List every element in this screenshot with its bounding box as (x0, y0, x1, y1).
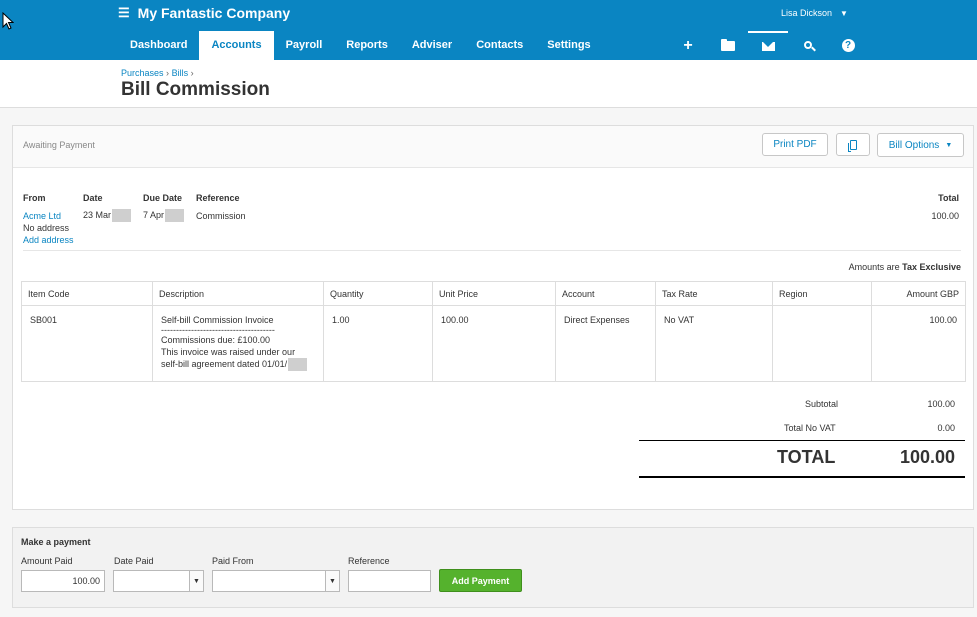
subtotal-value: 100.00 (927, 399, 955, 409)
cell-account: Direct Expenses (555, 305, 656, 382)
col-tax-rate: Tax Rate (655, 281, 773, 306)
tax-total-label: Total No VAT (784, 423, 836, 433)
amounts-are-note: Amounts are Tax Exclusive (848, 262, 961, 272)
tax-total-value: 0.00 (937, 423, 955, 433)
add-payment-button[interactable]: Add Payment (439, 569, 522, 592)
subtotal-label: Subtotal (805, 399, 839, 409)
company-name: My Fantastic Company (137, 5, 291, 21)
payment-title: Make a payment (21, 537, 91, 547)
col-item-code: Item Code (21, 281, 153, 306)
paid-from-label: Paid From (212, 556, 254, 566)
bill-total: 100.00 (931, 211, 959, 221)
cell-amount: 100.00 (871, 305, 966, 382)
user-name: Lisa Dickson (781, 8, 833, 18)
cell-unit-price: 100.00 (432, 305, 556, 382)
nav-icons: + ? (668, 31, 868, 60)
table-row[interactable]: SB001 Self-bill Commission Invoice -----… (21, 305, 966, 382)
breadcrumb-bills[interactable]: Bills (172, 68, 189, 78)
due-date-header: Due Date (143, 193, 183, 203)
col-quantity: Quantity (323, 281, 433, 306)
grand-total-label: TOTAL (777, 447, 836, 467)
company-switcher[interactable]: ☰ My Fantastic Company (118, 4, 290, 22)
bill-options-label: Bill Options (888, 139, 940, 151)
total-rule-bottom (639, 476, 965, 478)
copy-icon (847, 139, 857, 152)
col-unit-price: Unit Price (432, 281, 556, 306)
add-icon[interactable]: + (668, 31, 708, 60)
redacted-block (112, 209, 132, 222)
tab-accounts[interactable]: Accounts (199, 31, 274, 60)
cell-tax-rate: No VAT (655, 305, 773, 382)
breadcrumb: Purchases › Bills › (121, 68, 194, 78)
menu-icon: ☰ (118, 5, 130, 20)
col-region: Region (772, 281, 872, 306)
from-header: From (23, 193, 46, 203)
calendar-dropdown-icon[interactable]: ▼ (189, 571, 203, 591)
help-icon[interactable]: ? (828, 31, 868, 60)
paid-from-select[interactable]: ▼ (212, 570, 340, 592)
tab-reports[interactable]: Reports (334, 31, 400, 60)
total-rule-top (639, 440, 965, 441)
date-paid-label: Date Paid (114, 556, 154, 566)
user-menu[interactable]: Lisa Dickson ▼ (781, 8, 848, 18)
amount-paid-input[interactable]: 100.00 (21, 570, 105, 592)
tab-adviser[interactable]: Adviser (400, 31, 464, 60)
payment-reference-label: Reference (348, 556, 390, 566)
reference-header: Reference (196, 193, 240, 203)
redacted-block (165, 209, 185, 222)
bill-options-button[interactable]: Bill Options ▼ (877, 133, 964, 157)
status-label: Awaiting Payment (23, 140, 95, 150)
amount-paid-label: Amount Paid (21, 556, 73, 566)
page-header: Purchases › Bills › Bill Commission (0, 60, 977, 108)
mail-icon[interactable] (748, 31, 788, 60)
col-account: Account (555, 281, 656, 306)
tab-payroll[interactable]: Payroll (274, 31, 335, 60)
no-address-text: No address (23, 223, 70, 233)
add-address-link[interactable]: Add address (23, 235, 74, 245)
main-nav: Dashboard Accounts Payroll Reports Advis… (118, 31, 603, 60)
breadcrumb-separator: › (190, 68, 194, 78)
cell-region (772, 305, 872, 382)
mouse-cursor-icon (2, 12, 14, 30)
cell-quantity: 1.00 (323, 305, 433, 382)
copy-button[interactable] (836, 133, 870, 156)
breadcrumb-purchases[interactable]: Purchases (121, 68, 164, 78)
chevron-down-icon: ▼ (945, 141, 953, 149)
cell-description: Self-bill Commission Invoice -----------… (152, 305, 324, 382)
bill-due-date: 7 Apr (143, 209, 185, 222)
date-paid-input[interactable]: ▼ (113, 570, 204, 592)
bill-card: Awaiting Payment Print PDF Bill Options … (12, 125, 974, 510)
payment-panel: Make a payment Amount Paid Date Paid Pai… (12, 527, 974, 608)
grand-total-value: 100.00 (899, 447, 955, 467)
tab-contacts[interactable]: Contacts (464, 31, 535, 60)
redacted-block (288, 358, 308, 372)
page-title: Bill Commission (121, 79, 270, 100)
date-header: Date (83, 193, 103, 203)
payment-reference-input[interactable] (348, 570, 431, 592)
contact-link[interactable]: Acme Ltd (23, 211, 61, 221)
tab-settings[interactable]: Settings (535, 31, 602, 60)
cell-item-code: SB001 (21, 305, 153, 382)
bill-card-header: Awaiting Payment Print PDF Bill Options … (13, 126, 973, 168)
search-icon[interactable] (788, 31, 828, 60)
col-amount: Amount GBP (871, 281, 966, 306)
breadcrumb-separator: › (166, 68, 170, 78)
bill-reference: Commission (196, 211, 246, 221)
print-pdf-button[interactable]: Print PDF (762, 133, 828, 156)
top-bar: ☰ My Fantastic Company Lisa Dickson ▼ Da… (0, 0, 977, 60)
chevron-down-icon[interactable]: ▼ (325, 571, 339, 591)
tax-mode: Tax Exclusive (902, 262, 961, 272)
bill-date: 23 Mar (83, 209, 132, 222)
line-items-table: Item Code Description Quantity Unit Pric… (21, 281, 966, 382)
chevron-down-icon: ▼ (840, 8, 848, 18)
col-description: Description (152, 281, 324, 306)
total-header: Total (938, 193, 959, 203)
tab-dashboard[interactable]: Dashboard (118, 31, 199, 60)
divider (23, 250, 961, 251)
folder-icon[interactable] (708, 31, 748, 60)
